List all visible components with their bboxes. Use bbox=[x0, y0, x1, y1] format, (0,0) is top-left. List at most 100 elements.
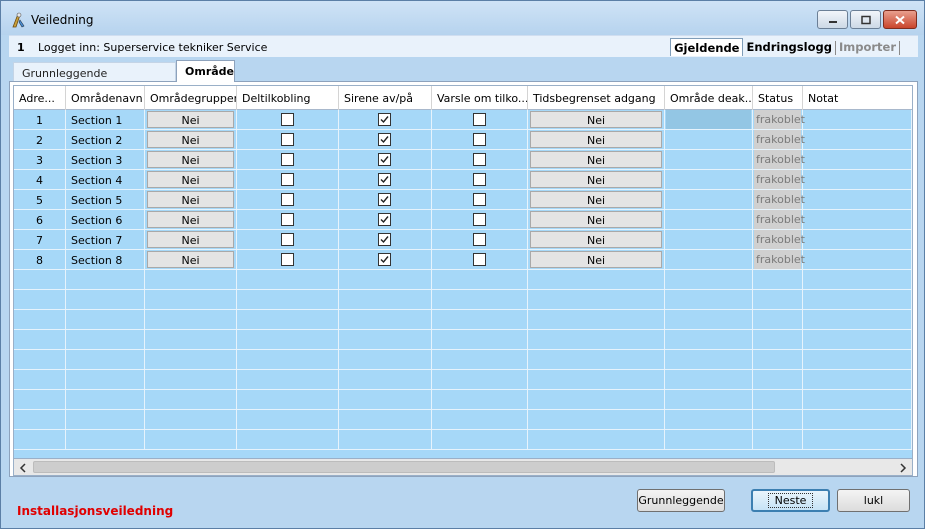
table-cell bbox=[339, 390, 432, 410]
deltilkobling-checkbox[interactable] bbox=[280, 153, 294, 166]
maximize-button[interactable] bbox=[850, 10, 881, 29]
close-button[interactable]: lukl bbox=[837, 489, 910, 512]
tab-importer[interactable]: Importer bbox=[836, 38, 899, 56]
sirene-checkbox[interactable] bbox=[378, 193, 391, 206]
tab-grunnleggende-innstillinger[interactable]: Grunnleggende innstillinger bbox=[13, 62, 176, 93]
timed-access-button[interactable]: Nei bbox=[530, 251, 662, 268]
table-cell bbox=[237, 430, 339, 450]
table-cell bbox=[665, 410, 753, 430]
varsle-checkbox[interactable] bbox=[472, 253, 486, 266]
deltilkobling-checkbox[interactable] bbox=[280, 193, 294, 206]
deltilkobling-checkbox[interactable] bbox=[280, 213, 294, 226]
area-name[interactable]: Section 3 bbox=[71, 154, 122, 167]
sirene-checkbox[interactable] bbox=[378, 233, 391, 246]
area-groups-button[interactable]: Nei bbox=[147, 191, 234, 208]
table-cell bbox=[753, 350, 803, 370]
table-cell: Nei bbox=[528, 150, 665, 170]
varsle-checkbox[interactable] bbox=[472, 133, 486, 146]
column-header-adresse[interactable]: Adre... bbox=[14, 86, 66, 110]
table-row[interactable]: 5 Section 5 Nei Nei frakoblet bbox=[14, 190, 912, 210]
varsle-checkbox[interactable] bbox=[472, 213, 486, 226]
timed-access-button[interactable]: Nei bbox=[530, 171, 662, 188]
area-name[interactable]: Section 2 bbox=[71, 134, 122, 147]
timed-access-button[interactable]: Nei bbox=[530, 211, 662, 228]
address-value: 3 bbox=[36, 154, 43, 167]
deltilkobling-checkbox[interactable] bbox=[280, 113, 294, 126]
deltilkobling-checkbox[interactable] bbox=[280, 233, 294, 246]
area-table[interactable]: Adre... Områdenavn Områdegrupper Deltilk… bbox=[13, 85, 913, 459]
area-name[interactable]: Section 5 bbox=[71, 194, 122, 207]
varsle-checkbox[interactable] bbox=[472, 173, 486, 186]
area-name[interactable]: Section 8 bbox=[71, 254, 122, 267]
timed-access-button[interactable]: Nei bbox=[530, 191, 662, 208]
area-name[interactable]: Section 7 bbox=[71, 234, 122, 247]
table-row[interactable]: 4 Section 4 Nei Nei frakoblet bbox=[14, 170, 912, 190]
table-row[interactable]: 6 Section 6 Nei Nei frakoblet bbox=[14, 210, 912, 230]
column-header-omrade-deak[interactable]: Område deak... bbox=[665, 86, 753, 110]
timed-access-button[interactable]: Nei bbox=[530, 111, 662, 128]
scroll-left-icon[interactable] bbox=[17, 462, 29, 474]
sirene-checkbox[interactable] bbox=[378, 133, 391, 146]
table-row[interactable]: 2 Section 2 Nei Nei frakoblet bbox=[14, 130, 912, 150]
area-groups-button[interactable]: Nei bbox=[147, 231, 234, 248]
varsle-checkbox[interactable] bbox=[472, 193, 486, 206]
sirene-checkbox[interactable] bbox=[378, 213, 391, 226]
tab-gjeldende[interactable]: Gjeldende bbox=[670, 38, 744, 56]
table-cell: Section 5 bbox=[66, 190, 145, 210]
column-header-deltilkobling[interactable]: Deltilkobling bbox=[237, 86, 339, 110]
next-button[interactable]: Neste bbox=[751, 489, 830, 512]
table-cell bbox=[665, 170, 753, 190]
tab-omrade[interactable]: Område bbox=[176, 60, 235, 82]
minimize-button[interactable] bbox=[817, 10, 848, 29]
varsle-checkbox[interactable] bbox=[472, 113, 486, 126]
area-name[interactable]: Section 4 bbox=[71, 174, 122, 187]
table-cell: Section 2 bbox=[66, 130, 145, 150]
table-cell bbox=[665, 230, 753, 250]
area-groups-button[interactable]: Nei bbox=[147, 131, 234, 148]
table-row[interactable]: 8 Section 8 Nei Nei frakoblet bbox=[14, 250, 912, 270]
sirene-checkbox[interactable] bbox=[378, 113, 391, 126]
scroll-right-icon[interactable] bbox=[897, 462, 909, 474]
table-cell bbox=[432, 250, 528, 270]
status-badge: frakoblet bbox=[754, 250, 805, 269]
table-row[interactable]: 7 Section 7 Nei Nei frakoblet bbox=[14, 230, 912, 250]
close-window-button[interactable] bbox=[883, 10, 917, 29]
table-cell bbox=[803, 330, 912, 350]
deltilkobling-checkbox[interactable] bbox=[280, 173, 294, 186]
column-header-notat[interactable]: Notat bbox=[803, 86, 912, 110]
basic-button[interactable]: Grunnleggende bbox=[637, 489, 725, 512]
column-header-varsle[interactable]: Varsle om tilko... bbox=[432, 86, 528, 110]
column-header-omradegrupper[interactable]: Områdegrupper bbox=[145, 86, 237, 110]
scrollbar-thumb[interactable] bbox=[33, 461, 775, 473]
table-row[interactable]: 1 Section 1 Nei Nei frakoblet bbox=[14, 110, 912, 130]
area-groups-button[interactable]: Nei bbox=[147, 251, 234, 268]
area-groups-button[interactable]: Nei bbox=[147, 171, 234, 188]
table-cell bbox=[14, 330, 66, 350]
column-header-omradenavn[interactable]: Områdenavn bbox=[66, 86, 145, 110]
column-header-status[interactable]: Status bbox=[753, 86, 803, 110]
area-groups-button[interactable]: Nei bbox=[147, 151, 234, 168]
area-name[interactable]: Section 1 bbox=[71, 114, 122, 127]
selected-cell[interactable] bbox=[666, 110, 751, 129]
deltilkobling-checkbox[interactable] bbox=[280, 133, 294, 146]
varsle-checkbox[interactable] bbox=[472, 153, 486, 166]
sirene-checkbox[interactable] bbox=[378, 253, 391, 266]
timed-access-button[interactable]: Nei bbox=[530, 151, 662, 168]
next-button-label: Neste bbox=[767, 493, 814, 508]
tab-endringslogg[interactable]: Endringslogg bbox=[743, 38, 834, 56]
column-header-tidsbegrenset[interactable]: Tidsbegrenset adgang bbox=[528, 86, 665, 110]
sirene-checkbox[interactable] bbox=[378, 173, 391, 186]
area-groups-button[interactable]: Nei bbox=[147, 111, 234, 128]
table-cell bbox=[66, 390, 145, 410]
varsle-checkbox[interactable] bbox=[472, 233, 486, 246]
deltilkobling-checkbox[interactable] bbox=[280, 253, 294, 266]
timed-access-button[interactable]: Nei bbox=[530, 131, 662, 148]
column-header-sirene[interactable]: Sirene av/på bbox=[339, 86, 432, 110]
title-bar[interactable]: Veiledning bbox=[1, 1, 924, 35]
timed-access-button[interactable]: Nei bbox=[530, 231, 662, 248]
area-name[interactable]: Section 6 bbox=[71, 214, 122, 227]
horizontal-scrollbar[interactable] bbox=[13, 459, 913, 476]
area-groups-button[interactable]: Nei bbox=[147, 211, 234, 228]
sirene-checkbox[interactable] bbox=[378, 153, 391, 166]
table-row[interactable]: 3 Section 3 Nei Nei frakoblet bbox=[14, 150, 912, 170]
